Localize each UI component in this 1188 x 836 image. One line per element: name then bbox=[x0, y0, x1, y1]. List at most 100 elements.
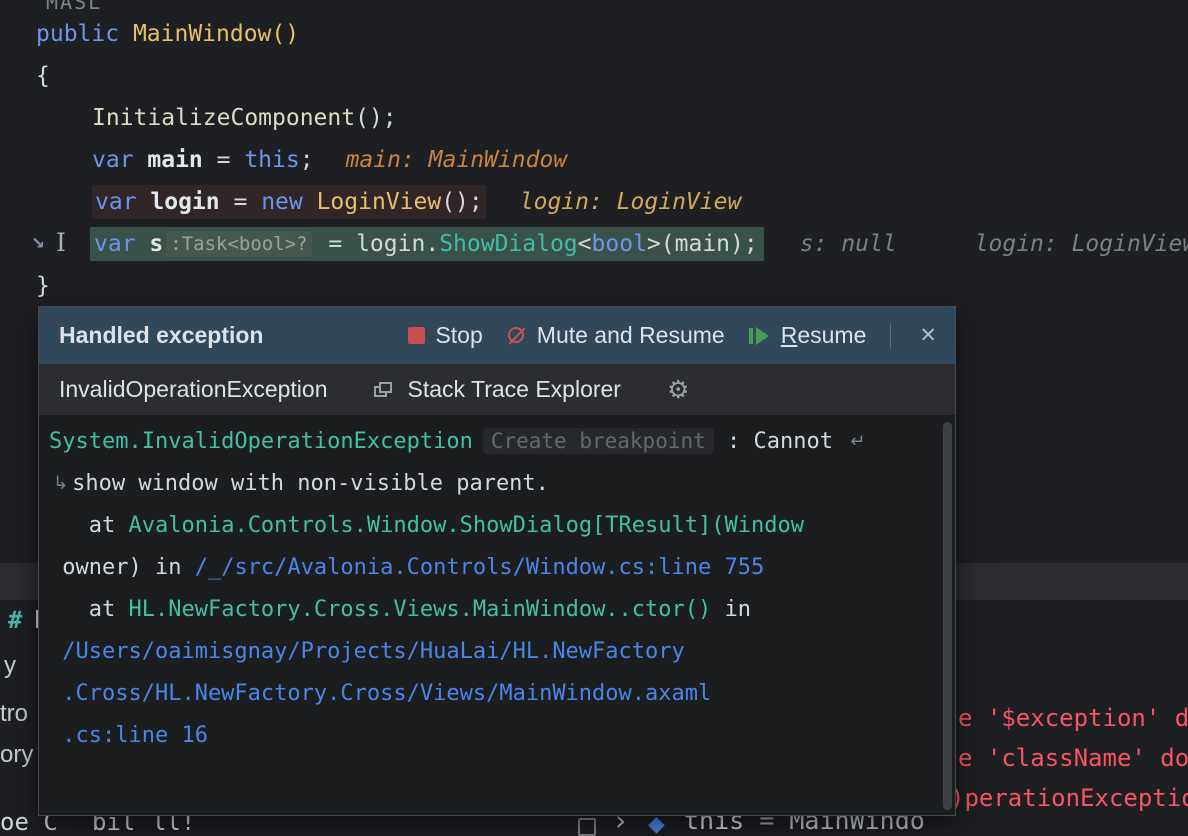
trace-line-4: owner) in /_/src/Avalonia.Controls/Windo… bbox=[49, 546, 945, 588]
header-actions: Stop Mute and Resume Resume ✕ bbox=[408, 322, 941, 349]
error-text-operationexception: )perationException bbox=[950, 784, 1188, 812]
resume-bar bbox=[748, 327, 753, 344]
ctor-parens: (); bbox=[441, 189, 483, 215]
trace-line-8: .cs:line 16 bbox=[49, 714, 945, 756]
exception-type-label: InvalidOperationException bbox=[59, 376, 328, 402]
at-prefix: at bbox=[49, 512, 129, 538]
assign-op: = bbox=[219, 189, 262, 215]
execution-point-highlight: var s:Task<bool>? = login. ShowDialog < boo… bbox=[90, 227, 764, 261]
inline-hint-login: login: LoginView bbox=[519, 189, 742, 215]
handled-exception-dialog: Handled exception Stop Mute and Resume R… bbox=[38, 306, 956, 816]
source-link-window-cs[interactable]: /_/src/Avalonia.Controls/Window.cs:line … bbox=[195, 555, 765, 580]
settings-gear-icon[interactable]: ⚙ bbox=[667, 375, 689, 404]
keyword-var: var bbox=[95, 189, 151, 215]
code-line-4[interactable]: var main = this; main: MainWindow bbox=[92, 139, 567, 181]
open-brace: { bbox=[36, 63, 50, 89]
header-divider bbox=[890, 322, 892, 349]
code-line-1[interactable]: public MainWindow() bbox=[36, 13, 299, 55]
dot-op: . bbox=[425, 231, 440, 257]
trace-line-1: System.InvalidOperationException Create b… bbox=[49, 420, 945, 462]
keyword-var: var bbox=[94, 231, 150, 257]
assign-op: = bbox=[314, 231, 357, 257]
resume-mnemonic: R bbox=[780, 322, 798, 348]
keyword-var: var bbox=[92, 147, 148, 173]
code-line-7[interactable]: } bbox=[36, 265, 50, 307]
exception-fqn: System.InvalidOperationException bbox=[49, 428, 473, 454]
in-suffix: in bbox=[711, 596, 752, 622]
type-loginview: LoginView bbox=[316, 189, 442, 215]
stop-label: Stop bbox=[435, 322, 483, 348]
trace-line-5: at HL.NewFactory.Cross.Views.MainWindow.… bbox=[49, 588, 945, 630]
trace-line-3: at Avalonia.Controls.Window.ShowDialog[T… bbox=[49, 504, 945, 546]
inline-hint-s: s: null bbox=[799, 231, 897, 257]
trace-line-2: ↳ show window with non-visible parent. bbox=[49, 462, 945, 504]
source-link-path-1[interactable]: /Users/oaimisgnay/Projects/HuaLai/HL.New… bbox=[49, 639, 685, 664]
mute-label: Mute and Resume bbox=[536, 322, 725, 348]
dialog-header: Handled exception Stop Mute and Resume R… bbox=[39, 307, 955, 364]
dialog-subheader: InvalidOperationException Stack Trace Ex… bbox=[39, 364, 955, 416]
ide-screen: MASL public MainWindow() { InitializeCom… bbox=[0, 0, 1188, 836]
error-text-classname: e 'className' doe bbox=[958, 744, 1188, 772]
mute-breakpoints-icon bbox=[507, 326, 527, 346]
at-prefix: at bbox=[49, 596, 129, 622]
code-line-3[interactable]: InitializeComponent (); bbox=[92, 97, 397, 139]
source-link-path-2[interactable]: .Cross/HL.NewFactory.Cross/Views/MainWin… bbox=[49, 681, 711, 706]
inline-type-hint: :Task<bool>? bbox=[166, 231, 312, 257]
keyword-new: new bbox=[261, 189, 317, 215]
clipped-label-y: y bbox=[4, 652, 16, 679]
text-cursor-icon: I bbox=[56, 228, 66, 257]
clipped-label-ory: ory bbox=[0, 741, 34, 768]
stop-icon bbox=[408, 327, 426, 344]
inline-hint-main: main: MainWindow bbox=[345, 147, 568, 173]
close-button[interactable]: ✕ bbox=[915, 323, 941, 348]
trace-line-6: /Users/oaimisgnay/Projects/HuaLai/HL.New… bbox=[49, 630, 945, 672]
scrollbar[interactable] bbox=[943, 422, 952, 810]
panel-square-icon[interactable] bbox=[578, 818, 596, 836]
local-s: s bbox=[149, 231, 164, 257]
code-line-2[interactable]: { bbox=[36, 55, 50, 97]
resume-label-rest: esume bbox=[797, 322, 867, 348]
stop-button[interactable]: Stop bbox=[408, 322, 483, 349]
exception-message-start: : Cannot bbox=[713, 428, 847, 454]
close-brace: } bbox=[36, 273, 50, 299]
call-initializecomponent: InitializeComponent bbox=[92, 105, 356, 131]
statement-highlight: var login = new LoginView (); bbox=[92, 185, 486, 219]
soft-wrap-end-icon: ↵ bbox=[850, 430, 866, 452]
exception-message-rest: show window with non-visible parent. bbox=[72, 470, 549, 496]
keyword-this: this bbox=[244, 147, 300, 173]
code-line-6-current[interactable]: var s:Task<bool>? = login. ShowDialog < boo… bbox=[90, 223, 1188, 265]
resume-icon bbox=[748, 326, 771, 346]
assign-op: = bbox=[202, 147, 245, 173]
create-breakpoint-ghost-button[interactable]: Create breakpoint bbox=[482, 428, 714, 454]
frame-signature-tail: owner) in bbox=[49, 554, 195, 580]
stack-trace-explorer-icon bbox=[373, 380, 396, 400]
mute-and-resume-button[interactable]: Mute and Resume bbox=[507, 322, 725, 349]
frame-signature-mainwindow: HL.NewFactory.Cross.Views.MainWindow..ct… bbox=[128, 596, 712, 622]
clipped-label-tro: tro bbox=[0, 700, 29, 727]
ref-login: login bbox=[356, 231, 426, 257]
stack-trace-explorer-label: Stack Trace Explorer bbox=[407, 376, 621, 402]
method-showdialog: ShowDialog bbox=[439, 231, 578, 257]
resume-triangle bbox=[755, 326, 769, 345]
inline-hint-login2: login: LoginView bbox=[974, 231, 1188, 257]
dialog-title: Handled exception bbox=[59, 322, 264, 348]
stack-square-front bbox=[378, 381, 392, 393]
source-link-path-3[interactable]: .cs:line 16 bbox=[49, 723, 208, 748]
clipped-code-fragment: MASL bbox=[46, 0, 103, 14]
soft-wrap-start-icon: ↳ bbox=[53, 472, 69, 494]
error-text-exception: e '$exception' doe bbox=[958, 704, 1188, 732]
local-main: main bbox=[147, 147, 203, 173]
execution-pointer-icon: → bbox=[25, 228, 53, 257]
local-login: login bbox=[150, 189, 220, 215]
generic-close: >( bbox=[646, 231, 675, 257]
csharp-hash-icon: # bbox=[8, 606, 23, 634]
keyword-bool: bool bbox=[591, 231, 647, 257]
exception-console[interactable]: System.InvalidOperationException Create b… bbox=[39, 416, 955, 760]
frame-signature-avalonia: Avalonia.Controls.Window.ShowDialog[TRes… bbox=[128, 512, 804, 538]
stack-trace-explorer-button[interactable]: Stack Trace Explorer bbox=[373, 376, 621, 403]
resume-button[interactable]: Resume bbox=[748, 322, 867, 349]
call-parens: (); bbox=[355, 105, 397, 131]
resume-label: Resume bbox=[781, 322, 867, 349]
arg-main: main bbox=[674, 231, 731, 257]
code-line-5[interactable]: var login = new LoginView (); login: Logi… bbox=[92, 181, 741, 223]
